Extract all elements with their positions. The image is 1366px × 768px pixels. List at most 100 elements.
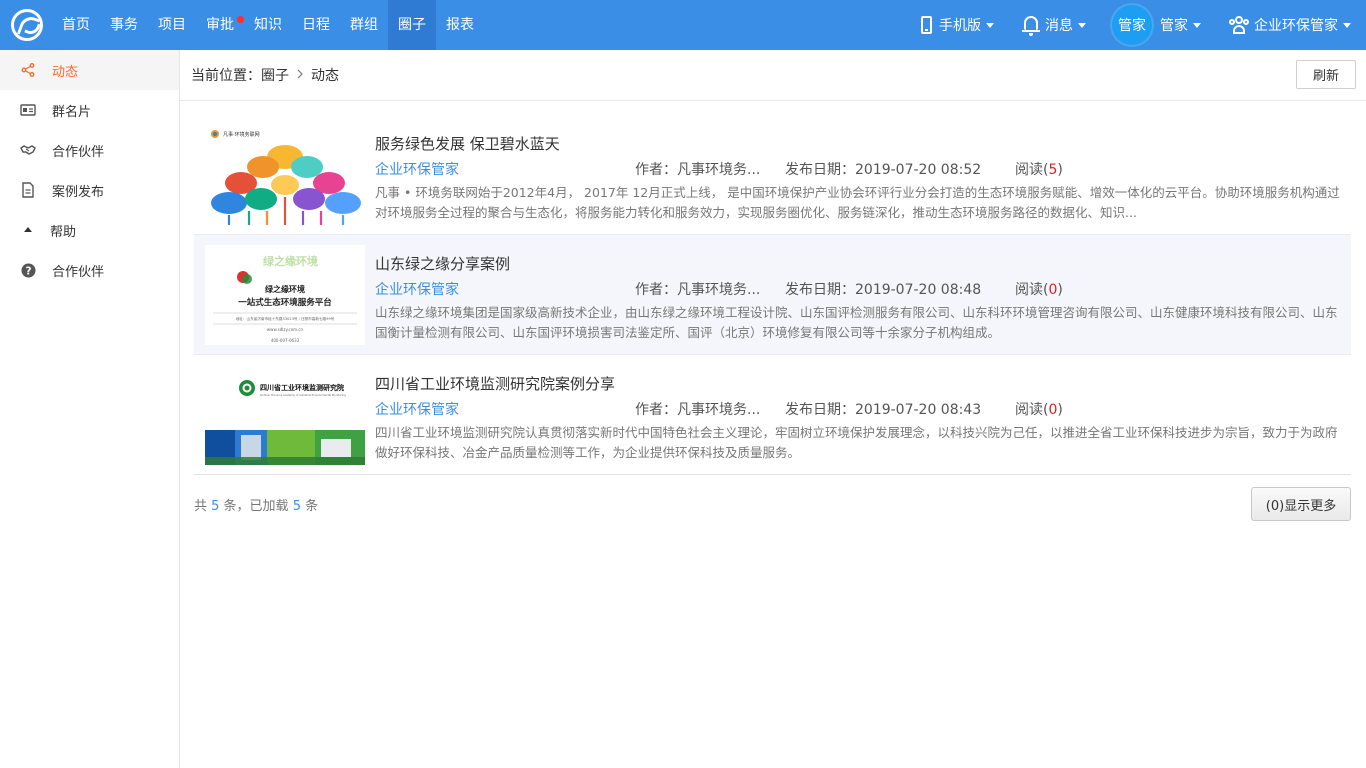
messages-label: 消息 — [1045, 18, 1073, 34]
refresh-button[interactable]: 刷新 — [1296, 60, 1356, 89]
post-thumbnail[interactable]: 四川省工业环境监测研究院 Sichuan Province Academy of… — [205, 365, 365, 465]
mobile-version-dropdown[interactable]: 手机版 — [921, 0, 994, 50]
chevron-down-icon — [986, 22, 994, 28]
nav-affairs-label: 事务 — [110, 17, 138, 33]
read-number: 0 — [1048, 402, 1058, 418]
bell-icon — [1022, 16, 1040, 36]
nav-knowledge[interactable]: 知识 — [244, 0, 292, 50]
breadcrumb: 当前位置： 圈子 动态 刷新 — [180, 50, 1366, 101]
phone-icon — [921, 16, 932, 34]
nav-groups[interactable]: 群组 — [340, 0, 388, 50]
post-read-count: 阅读(5) — [1015, 162, 1063, 178]
nav-approval[interactable]: 审批 — [196, 0, 244, 50]
read-number: 0 — [1048, 282, 1058, 298]
eco-cloud-illustration: 凡事·环境务联网 — [205, 125, 365, 225]
post-org-link[interactable]: 企业环保管家 — [375, 279, 459, 299]
help-circle-icon: ? — [20, 262, 36, 278]
sidebar-item-help[interactable]: 帮助 — [0, 210, 179, 250]
card-icon — [20, 102, 36, 118]
post-org-link[interactable]: 企业环保管家 — [375, 399, 459, 419]
read-label: 阅读 — [1015, 402, 1043, 418]
thumb-line2: 一站式生态环境服务平台 — [238, 297, 332, 308]
nav-circle[interactable]: 圈子 — [388, 0, 436, 50]
sidebar-item-label: 群名片 — [52, 104, 92, 120]
nav-approval-label: 审批 — [206, 17, 234, 33]
thumb-website: www.sdlzy.com.cn — [267, 327, 304, 332]
main-nav: 首页 事务 项目 审批 知识 日程 群组 圈子 报表 — [52, 0, 484, 50]
post-meta: 企业环保管家 作者：凡事环境务... 发布日期：2019-07-20 08:43… — [375, 399, 1335, 419]
thumb-address: 地址：山东省济南市经十东路33023号 / 日照市高新七路99号 — [236, 316, 335, 321]
thumb-watermark: 绿之缘环境 — [263, 254, 318, 268]
nav-schedule[interactable]: 日程 — [292, 0, 340, 50]
post-description: 四川省工业环境监测研究院认真贯彻落实新时代中国特色社会主义理论，牢固树立环境保护… — [375, 425, 1338, 460]
thumb-institute-name: 四川省工业环境监测研究院 — [260, 383, 344, 392]
post-description: 山东绿之缘环境集团是国家级高新技术企业，由山东绿之缘环境工程设计院、山东国评检测… — [375, 305, 1338, 340]
post-date: 发布日期：2019-07-20 08:52 — [785, 162, 982, 178]
sidebar-item-label: 合作伙伴 — [52, 264, 105, 280]
post-title[interactable]: 山东绿之缘分享案例 — [375, 253, 510, 274]
post-date: 发布日期：2019-07-20 08:43 — [785, 402, 982, 418]
nav-home-label: 首页 — [62, 17, 90, 33]
sidebar-item-label: 案例发布 — [52, 184, 105, 200]
avatar: 管家 — [1112, 5, 1152, 45]
post-item[interactable]: 绿之缘环境 绿之缘环境 一站式生态环境服务平台 地址：山东省济南市经十东路330… — [194, 235, 1351, 355]
breadcrumb-prefix: 当前位置： — [191, 68, 261, 84]
read-label: 阅读 — [1015, 282, 1043, 298]
sidebar-item-partners-help[interactable]: ? 合作伙伴 — [0, 250, 179, 290]
post-title[interactable]: 服务绿色发展 保卫碧水蓝天 — [375, 133, 560, 154]
notification-dot — [237, 16, 244, 23]
mobile-version-label: 手机版 — [939, 18, 981, 34]
post-org-link[interactable]: 企业环保管家 — [375, 159, 459, 179]
handshake-icon — [20, 142, 36, 158]
post-meta: 企业环保管家 作者：凡事环境务... 发布日期：2019-07-20 08:52… — [375, 159, 1335, 179]
chevron-right-icon — [297, 67, 303, 83]
nav-reports[interactable]: 报表 — [436, 0, 484, 50]
sidebar-item-label: 合作伙伴 — [52, 144, 105, 160]
nav-knowledge-label: 知识 — [254, 17, 282, 33]
post-date: 发布日期：2019-07-20 08:48 — [785, 282, 982, 298]
lvzhiyuan-banner: 绿之缘环境 绿之缘环境 一站式生态环境服务平台 地址：山东省济南市经十东路330… — [205, 245, 365, 345]
nav-circle-label: 圈子 — [398, 17, 426, 33]
nav-reports-label: 报表 — [446, 17, 474, 33]
nav-home[interactable]: 首页 — [52, 0, 100, 50]
breadcrumb-circle[interactable]: 圈子 — [261, 65, 289, 85]
post-title[interactable]: 四川省工业环境监测研究院案例分享 — [375, 373, 615, 394]
post-item[interactable]: 凡事·环境务联网 服务绿色发展 保卫碧水蓝天 企业环保管家 作者：凡事环境务..… — [194, 115, 1351, 235]
post-list: 凡事·环境务联网 服务绿色发展 保卫碧水蓝天 企业环保管家 作者：凡事环境务..… — [194, 115, 1351, 475]
sidebar-item-label: 动态 — [52, 64, 79, 80]
post-thumbnail[interactable]: 凡事·环境务联网 — [205, 125, 365, 225]
chevron-down-icon — [1343, 22, 1351, 28]
app-logo-icon[interactable] — [11, 9, 43, 41]
count-prefix: 共 — [194, 499, 212, 514]
user-menu-dropdown[interactable]: 管家 管家 — [1112, 0, 1201, 50]
share-icon — [20, 62, 36, 78]
list-footer: 共 5 条，已加载 5 条 (0)显示更多 — [194, 487, 1351, 521]
nav-schedule-label: 日程 — [302, 17, 330, 33]
sidebar-item-feed[interactable]: 动态 — [0, 50, 179, 90]
nav-projects[interactable]: 项目 — [148, 0, 196, 50]
load-count: 共 5 条，已加载 5 条 — [194, 495, 318, 514]
post-author: 作者：凡事环境务... — [635, 402, 761, 418]
post-thumbnail[interactable]: 绿之缘环境 绿之缘环境 一站式生态环境服务平台 地址：山东省济南市经十东路330… — [205, 245, 365, 345]
sidebar-item-group-card[interactable]: 群名片 — [0, 90, 179, 130]
sichuan-institute-banner: 四川省工业环境监测研究院 Sichuan Province Academy of… — [205, 365, 365, 465]
thumb-line1: 绿之缘环境 — [265, 284, 305, 294]
post-read-count: 阅读(0) — [1015, 402, 1063, 418]
caret-up-icon — [20, 222, 36, 238]
sidebar-item-partners[interactable]: 合作伙伴 — [0, 130, 179, 170]
org-name: 企业环保管家 — [1254, 18, 1338, 34]
document-icon — [20, 182, 36, 198]
svg-text:?: ? — [25, 265, 31, 277]
post-meta: 企业环保管家 作者：凡事环境务... 发布日期：2019-07-20 08:48… — [375, 279, 1335, 299]
chevron-down-icon — [1078, 22, 1086, 28]
count-suffix: 条 — [300, 499, 319, 514]
org-switch-dropdown[interactable]: 企业环保管家 — [1229, 0, 1351, 50]
show-more-button[interactable]: (0)显示更多 — [1251, 487, 1351, 521]
post-item[interactable]: 四川省工业环境监测研究院 Sichuan Province Academy of… — [194, 355, 1351, 475]
post-author: 作者：凡事环境务... — [635, 162, 761, 178]
sidebar-item-case-publish[interactable]: 案例发布 — [0, 170, 179, 210]
nav-affairs[interactable]: 事务 — [100, 0, 148, 50]
messages-dropdown[interactable]: 消息 — [1022, 0, 1086, 50]
post-read-count: 阅读(0) — [1015, 282, 1063, 298]
count-loaded: 5 — [292, 499, 301, 514]
